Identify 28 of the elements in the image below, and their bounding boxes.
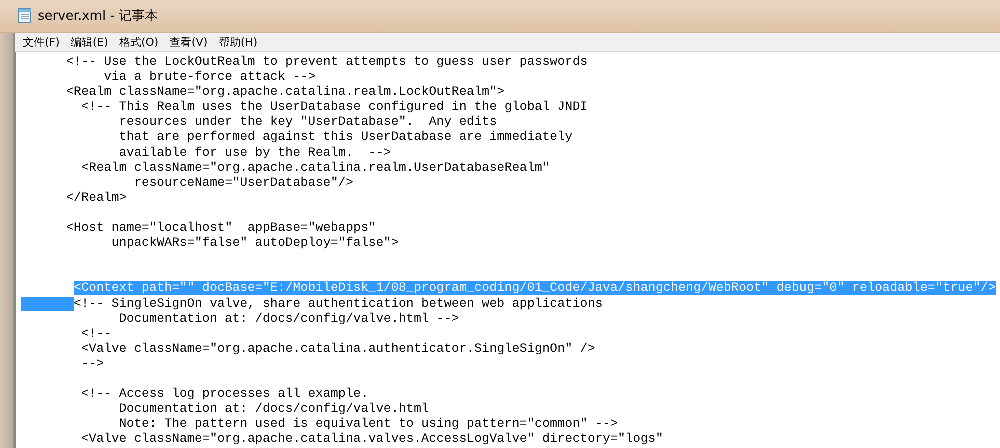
code-line: Documentation at: /docs/config/valve.html xyxy=(118,402,430,418)
code-line: <!-- This Realm uses the UserDatabase configured in the global JNDI xyxy=(80,100,588,116)
code-line: <Valve className="org.apache.catalina.authenticator.SingleSignOn" /> xyxy=(80,342,596,357)
code-line: <!-- Access log processes all example. xyxy=(80,387,369,402)
notepad-icon xyxy=(18,8,32,24)
code-line: <Valve className="org.apache.catalina.valves.AccessLogValve" directory="logs" xyxy=(80,432,664,448)
code-line: <Realm className="org.apache.catalina.realm.LockOutRealm"> xyxy=(65,85,505,100)
code-line: that are performed against this UserDatabase are immediately xyxy=(118,130,573,146)
code-line: <!-- xyxy=(80,326,112,342)
code-line: --> xyxy=(80,356,104,372)
code-line: via a brute-force attack --> xyxy=(103,70,316,86)
code-line: resourceName="UserDatabase"/> xyxy=(133,176,354,191)
code-line: Note: The pattern used is equivalent to using pattern="common" --> xyxy=(118,417,618,432)
code-line: <!-- SingleSignOn valve, share authentication between web applications xyxy=(21,296,603,312)
code-line: unpackWARs="false" autoDeploy="false"> xyxy=(110,236,399,252)
window-title: server.xml - 记事本 xyxy=(38,8,158,25)
code-line: <Realm className="org.apache.catalina.realm.UserDatabaseRealm" xyxy=(80,160,550,176)
code-line: resources under the key "UserDatabase". Any edits xyxy=(118,115,498,130)
menu-item[interactable]: 查看(V) xyxy=(166,34,215,50)
menu-item[interactable]: 格式(O) xyxy=(115,34,166,50)
menu-item[interactable]: 编辑(E) xyxy=(66,34,116,50)
code-line: available for use by the Realm. --> xyxy=(118,146,392,161)
code-line: <!-- Use the LockOutRealm to prevent attempts to guess user passwords xyxy=(65,55,588,70)
code-line: </Realm> xyxy=(65,190,127,206)
code-line: <Host name="localhost" appBase="webapps" xyxy=(65,221,376,236)
code-line: Documentation at: /docs/config/valve.html --> xyxy=(118,312,460,327)
menu-item[interactable]: 文件(F) xyxy=(19,34,67,50)
menu-item[interactable]: 帮助(H) xyxy=(214,34,265,50)
